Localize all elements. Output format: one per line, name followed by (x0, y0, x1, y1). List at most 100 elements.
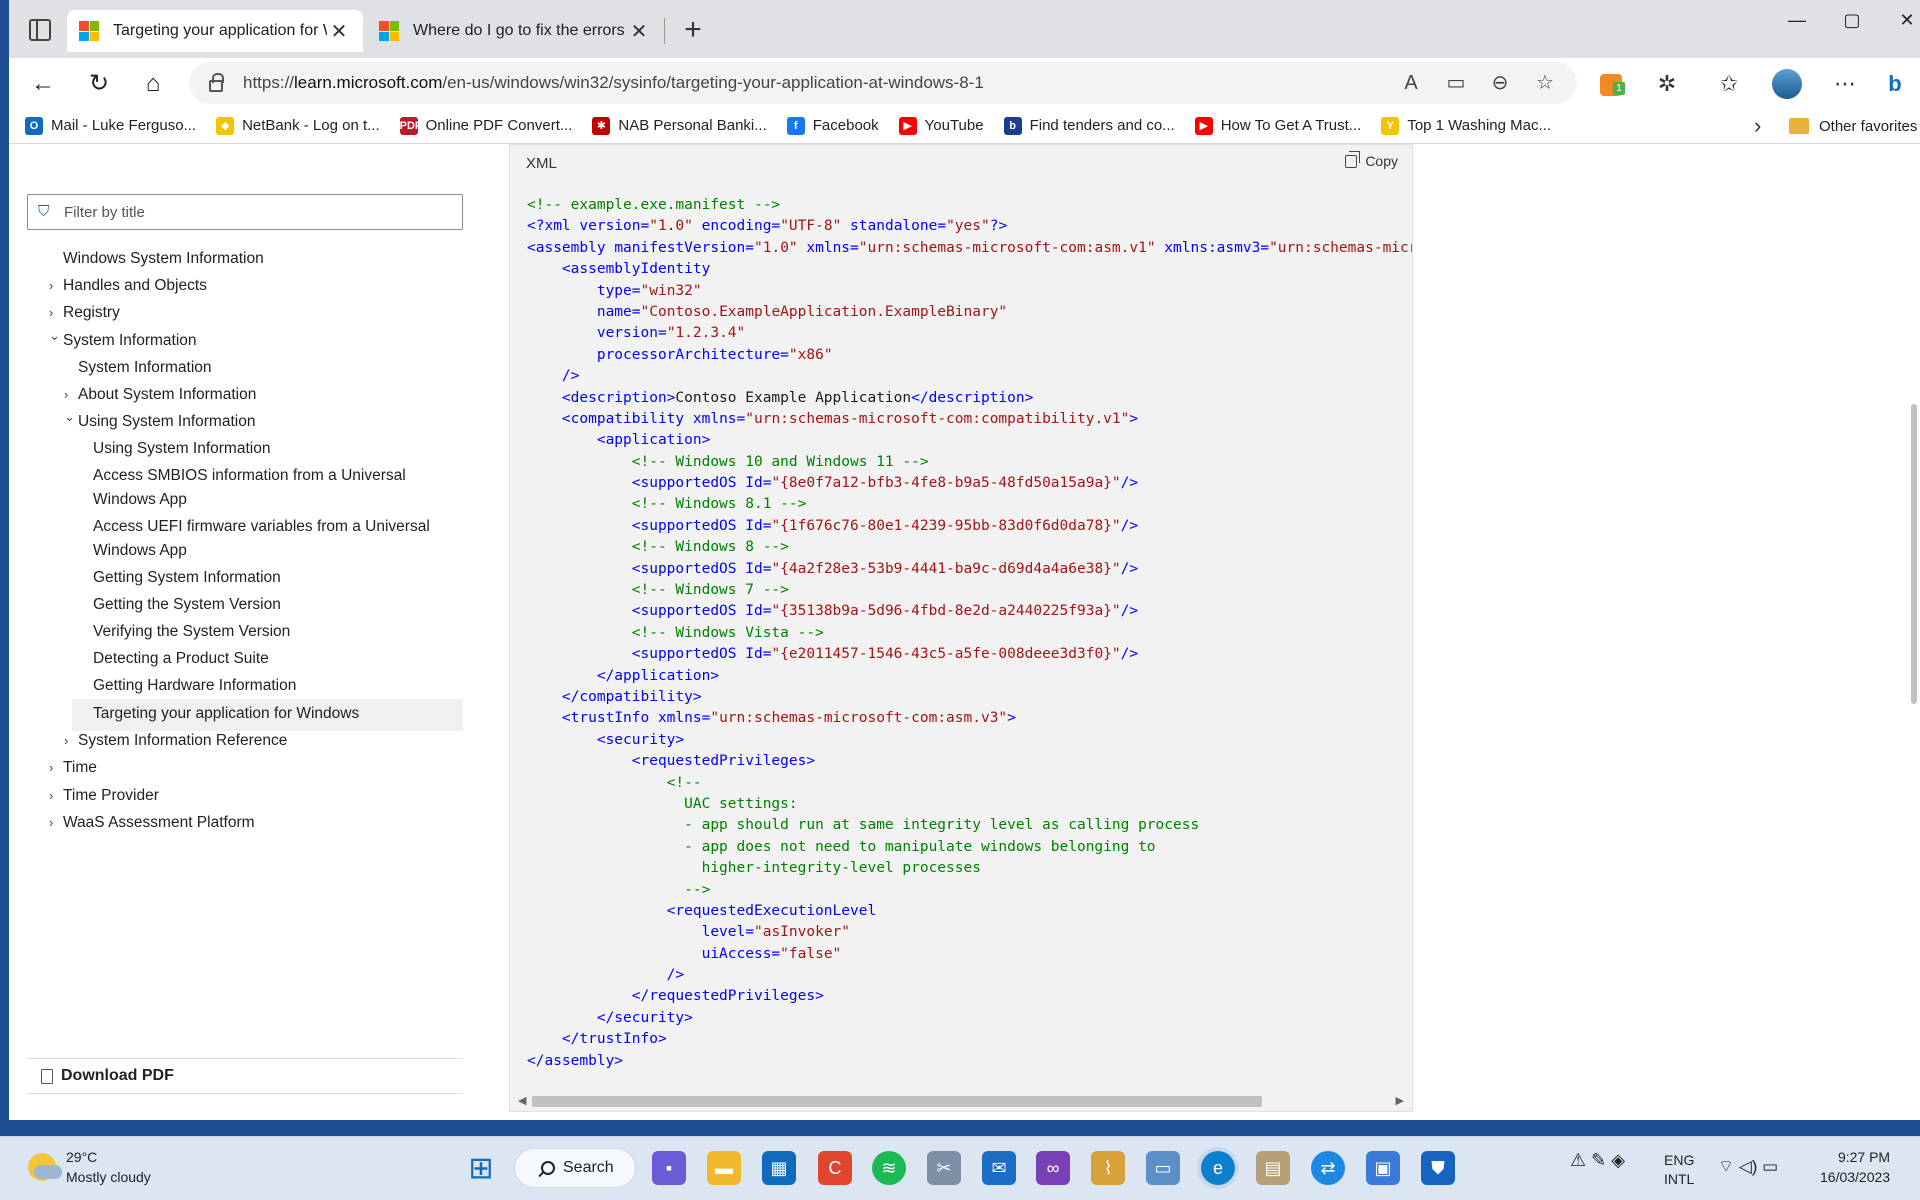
toc-item[interactable]: Getting the System Version (93, 596, 281, 614)
disk-cleanup-icon[interactable]: ⌇ (1091, 1151, 1125, 1185)
extension-icon[interactable]: 1 (1593, 66, 1629, 102)
language-indicator[interactable]: ENG INTL (1664, 1151, 1694, 1189)
chevron-right-icon[interactable]: › (49, 815, 53, 830)
download-pdf-button[interactable]: Download PDF (27, 1058, 463, 1094)
new-tab-button[interactable]: + (676, 14, 710, 48)
filter-by-title-input[interactable]: ⛉ Filter by title (27, 194, 463, 230)
scanner-icon[interactable]: ▤ (1256, 1151, 1290, 1185)
copy-button[interactable]: Copy (1345, 150, 1398, 169)
start-button[interactable]: ⊞ (464, 1151, 498, 1185)
bookmark-item[interactable]: O Mail - Luke Ferguso... (25, 116, 196, 135)
page-vertical-scrollbar[interactable] (1908, 144, 1920, 1120)
toc-item[interactable]: Using System Information (78, 413, 255, 431)
page-scrollbar-thumb[interactable] (1911, 404, 1917, 704)
immersive-reader-icon[interactable]: ▭ (1442, 69, 1470, 97)
chevron-right-icon[interactable]: › (49, 278, 53, 293)
chevron-right-icon[interactable]: › (64, 733, 68, 748)
edge-icon[interactable]: e (1201, 1151, 1235, 1185)
weather-widget[interactable]: 29°C Mostly cloudy (28, 1147, 151, 1187)
refresh-button[interactable]: ↻ (81, 66, 117, 102)
more-menu-icon[interactable]: ⋯ (1827, 66, 1863, 102)
toc-item[interactable]: Windows App (93, 542, 187, 560)
toc-item[interactable]: Handles and Objects (63, 277, 207, 295)
toc-item[interactable]: Windows App (93, 491, 187, 509)
close-tab-icon[interactable]: ✕ (327, 19, 351, 44)
bookmark-item[interactable]: ▶ How To Get A Trust... (1194, 116, 1361, 135)
add-favorite-icon[interactable]: ☆ (1531, 69, 1559, 97)
other-favorites-folder[interactable]: Other favorites (1789, 108, 1917, 144)
spotify-icon[interactable]: ≋ (872, 1151, 906, 1185)
scroll-left-icon[interactable]: ◀ (518, 1094, 526, 1107)
toc-item[interactable]: System Information (78, 359, 212, 377)
chevron-right-icon[interactable]: › (49, 760, 53, 775)
scroll-right-icon[interactable]: ▶ (1396, 1094, 1404, 1107)
mail-icon[interactable]: ✉ (982, 1151, 1016, 1185)
toc-item[interactable]: System Information Reference (78, 732, 287, 750)
home-button[interactable]: ⌂ (135, 66, 171, 102)
bookmark-item[interactable]: f Facebook (786, 116, 879, 135)
toc-item[interactable]: Windows System Information (63, 250, 264, 268)
toc-item[interactable]: Time (63, 759, 97, 777)
file-explorer-icon[interactable]: ▬ (707, 1151, 741, 1185)
toc-item[interactable]: WaaS Assessment Platform (63, 814, 255, 832)
bookmark-item[interactable]: ✱ NAB Personal Banki... (592, 116, 767, 135)
chevron-down-icon[interactable]: ⌄ (49, 328, 60, 344)
teamviewer-icon[interactable]: ⇄ (1311, 1151, 1345, 1185)
toc-item[interactable]: Getting Hardware Information (93, 677, 296, 695)
chevron-down-icon[interactable]: ⌄ (64, 409, 75, 425)
control-panel-icon[interactable]: ▣ (1366, 1151, 1400, 1185)
toc-item[interactable]: Access SMBIOS information from a Univers… (93, 467, 406, 485)
tab-actions-icon[interactable] (29, 19, 51, 41)
snipping-tool-icon[interactable]: ✂ (927, 1151, 961, 1185)
bookmark-item[interactable]: PDF Online PDF Convert... (399, 116, 572, 135)
zoom-out-icon[interactable]: ⊖ (1486, 69, 1514, 97)
bookmark-item[interactable]: ◆ NetBank - Log on t... (216, 116, 380, 135)
toc-item[interactable]: About System Information (78, 386, 256, 404)
code-token: <!-- example.exe.manifest --> (527, 197, 781, 213)
teams-chat-icon[interactable]: ▪ (652, 1151, 686, 1185)
toc-item[interactable]: Using System Information (93, 440, 270, 458)
tab-targeting[interactable]: Targeting your application for Wi ✕ (67, 10, 363, 52)
toc-item[interactable]: Registry (63, 304, 120, 322)
toc-item[interactable]: Verifying the System Version (93, 623, 290, 641)
bookmark-item[interactable]: Y Top 1 Washing Mac... (1381, 116, 1551, 135)
ccleaner-icon[interactable]: C (818, 1151, 852, 1185)
bookmark-item[interactable]: ▶ YouTube (898, 116, 984, 135)
extensions-puzzle-icon[interactable]: ✲ (1649, 66, 1685, 102)
read-aloud-icon[interactable]: A (1397, 69, 1425, 97)
toc-item[interactable]: Detecting a Product Suite (93, 650, 269, 668)
toc-item[interactable]: System Information (63, 332, 197, 350)
scrollbar-thumb[interactable] (532, 1096, 1262, 1107)
clock[interactable]: 9:27 PM 16/03/2023 (1820, 1147, 1890, 1187)
url-text[interactable]: https://learn.microsoft.com/en-us/window… (243, 73, 984, 93)
chevron-right-icon[interactable]: › (49, 788, 53, 803)
lock-icon[interactable] (209, 73, 224, 92)
code-content[interactable]: <!-- example.exe.manifest --> <?xml versi… (527, 195, 1412, 1072)
chevron-right-icon[interactable]: › (64, 387, 68, 402)
toc-item[interactable]: Access UEFI firmware variables from a Un… (93, 518, 430, 536)
network-volume-battery-icons[interactable]: ⌔ ◁) ▭ (1718, 1157, 1778, 1176)
horizontal-scrollbar[interactable]: ◀ ▶ (510, 1091, 1412, 1111)
minimize-button[interactable]: — (1774, 10, 1820, 31)
back-button[interactable]: ← (25, 66, 61, 102)
visual-studio-icon[interactable]: ∞ (1036, 1151, 1070, 1185)
tab-errors[interactable]: Where do I go to fix the errors on ✕ (367, 10, 663, 52)
remote-desktop-icon[interactable]: ▭ (1146, 1151, 1180, 1185)
profile-avatar[interactable] (1769, 66, 1805, 102)
microsoft-store-icon[interactable]: ▦ (762, 1151, 796, 1185)
maximize-button[interactable]: ▢ (1829, 10, 1875, 31)
close-window-button[interactable]: ✕ (1884, 10, 1920, 31)
bing-copilot-icon[interactable]: b (1877, 66, 1913, 102)
close-tab-icon[interactable]: ✕ (627, 19, 651, 44)
toc-item[interactable]: Targeting your application for Windows (93, 705, 359, 723)
toc-item[interactable]: Time Provider (63, 787, 159, 805)
taskbar-search[interactable]: Search (514, 1148, 636, 1188)
favorites-icon[interactable]: ✩ (1711, 66, 1747, 102)
tray-icons[interactable]: ⚠ ✎ ◈ (1570, 1151, 1625, 1170)
toc-item[interactable]: Getting System Information (93, 569, 281, 587)
address-bar[interactable]: https://learn.microsoft.com/en-us/window… (189, 62, 1577, 104)
chevron-right-icon[interactable]: › (49, 305, 53, 320)
bookmark-item[interactable]: b Find tenders and co... (1003, 116, 1175, 135)
defender-shield-icon[interactable]: ⛊ (1421, 1151, 1455, 1185)
bookmarks-overflow-chevron-icon[interactable]: › (1754, 108, 1761, 144)
